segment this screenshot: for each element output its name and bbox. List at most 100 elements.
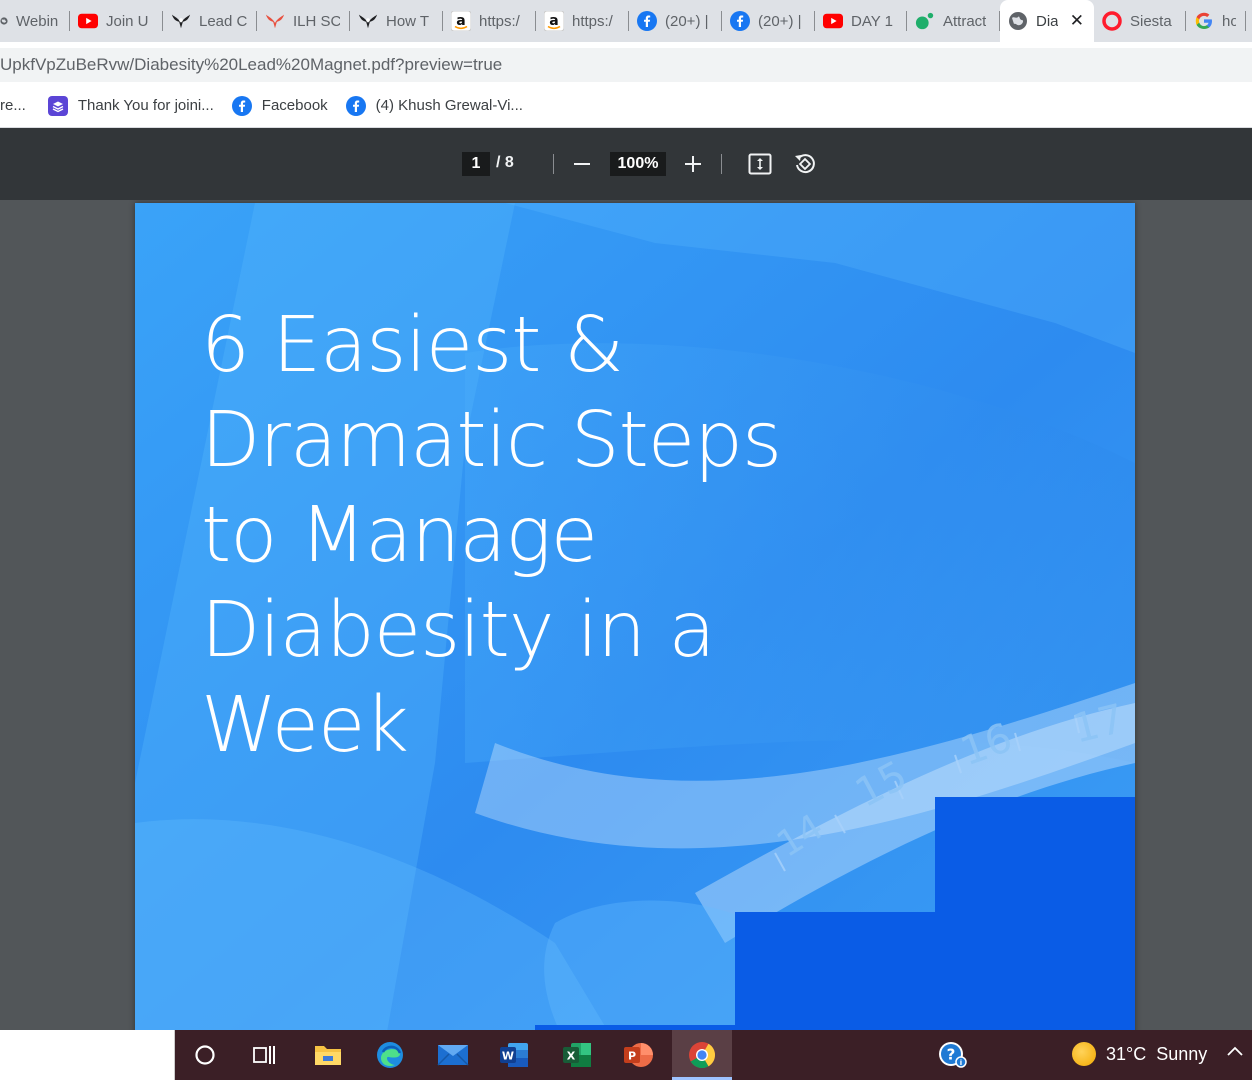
chrome-button[interactable] <box>686 1039 718 1071</box>
zoom-out-button[interactable] <box>566 148 598 180</box>
amazon-icon: a <box>544 11 564 31</box>
mail-icon <box>437 1045 469 1066</box>
tab-13[interactable]: how <box>1186 0 1246 42</box>
eagle-icon <box>171 11 191 31</box>
bookmark-label: re... <box>0 97 26 114</box>
current-page: 1 <box>471 155 481 172</box>
pdf-toolbar: 1 / 8 100% <box>0 128 1252 200</box>
tab-title: https:/ <box>479 12 520 30</box>
tab-6[interactable]: a https:/ <box>536 0 629 42</box>
cortana-circle-icon <box>195 1045 215 1065</box>
taskbar: W X P ? i 31°C Sunny <box>0 1030 1252 1080</box>
tab-12[interactable]: Siesta <box>1094 0 1186 42</box>
task-view-button[interactable] <box>248 1039 280 1071</box>
tab-9[interactable]: DAY 1 <box>815 0 907 42</box>
weather-text: Sunny <box>1156 1043 1208 1064</box>
svg-text:X: X <box>567 1050 576 1063</box>
plus-icon <box>685 156 701 172</box>
file-explorer-button[interactable] <box>312 1039 344 1071</box>
tab-11[interactable]: Dia ✕ <box>1000 0 1094 42</box>
google-icon <box>1194 11 1214 31</box>
tab-0[interactable]: Webin <box>0 0 70 42</box>
bookmarks-bar: re... Thank You for joini... Facebook (4… <box>0 84 1252 128</box>
svg-text:P: P <box>628 1050 636 1063</box>
zoom-input[interactable]: 100% <box>610 152 666 176</box>
facebook-icon <box>345 95 366 116</box>
address-bar: UpkfVpZuBeRvw/Diabesity%20Lead%20Magnet.… <box>0 42 1252 84</box>
sun-icon <box>1072 1042 1096 1066</box>
tab-title: Dia <box>1036 12 1058 30</box>
rotate-icon <box>795 154 815 174</box>
rotate-button[interactable] <box>789 148 821 180</box>
url-text: UpkfVpZuBeRvw/Diabesity%20Lead%20Magnet.… <box>0 55 503 74</box>
bookmark-label: Facebook <box>261 97 328 114</box>
weather-widget[interactable]: 31°C Sunny <box>1072 1042 1207 1066</box>
tab-5[interactable]: a https:/ <box>443 0 536 42</box>
amazon-icon: a <box>451 11 471 31</box>
tab-8[interactable]: (20+) | <box>722 0 815 42</box>
tab-title: Lead C <box>199 12 247 30</box>
excel-button[interactable]: X <box>561 1039 593 1071</box>
tray-expand-button[interactable] <box>1226 1044 1244 1063</box>
tab-title: how <box>1222 12 1236 30</box>
tab-strip: Webin Join U Lead C ILH SC How Ta https:/a htt… <box>0 0 1252 42</box>
zoom-in-button[interactable] <box>677 148 709 180</box>
bookmark-label: Thank You for joini... <box>77 97 214 114</box>
svg-text:W: W <box>502 1050 514 1063</box>
svg-text:a: a <box>456 13 465 29</box>
tab-title: Webin <box>16 12 59 30</box>
bookmark-khush[interactable]: (4) Khush Grewal-Vi... <box>345 95 523 116</box>
tab-10[interactable]: Attract <box>907 0 1000 42</box>
help-button[interactable]: ? i <box>936 1039 968 1071</box>
page-number-input[interactable]: 1 <box>462 152 490 176</box>
powerpoint-button[interactable]: P <box>622 1039 654 1071</box>
tab-2[interactable]: Lead C <box>163 0 257 42</box>
word-button[interactable]: W <box>498 1039 530 1071</box>
edge-icon <box>377 1042 403 1068</box>
tab-1[interactable]: Join U <box>70 0 163 42</box>
tab-3[interactable]: ILH SC <box>257 0 350 42</box>
title-line: 6 Easiest & <box>201 301 624 390</box>
pdf-viewport[interactable]: 14 15 16 17 6 Easiest & Dramatic Steps t… <box>0 200 1252 1030</box>
tab-title: Siesta <box>1130 12 1172 30</box>
url-field[interactable]: UpkfVpZuBeRvw/Diabesity%20Lead%20Magnet.… <box>0 48 1252 82</box>
fit-page-icon <box>748 153 772 175</box>
bookmark-thank-you[interactable]: Thank You for joini... <box>47 95 214 116</box>
tab-title: (20+) | <box>758 12 802 30</box>
excel-icon: X <box>563 1043 591 1067</box>
mail-button[interactable] <box>437 1039 469 1071</box>
svg-text:i: i <box>960 1059 962 1067</box>
tab-title: Join U <box>106 12 149 30</box>
eagle-icon <box>358 11 378 31</box>
bookmark-0[interactable]: re... <box>0 97 26 114</box>
cortana-button[interactable] <box>189 1039 221 1071</box>
bookmark-label: (4) Khush Grewal-Vi... <box>375 97 523 114</box>
help-icon: ? i <box>939 1042 967 1068</box>
toolbar-divider <box>553 154 554 174</box>
page-count: / 8 <box>496 154 514 171</box>
facebook-icon <box>730 11 750 31</box>
fit-to-page-button[interactable] <box>744 148 776 180</box>
title-line: Week <box>201 681 409 770</box>
close-icon[interactable]: ✕ <box>1070 11 1084 31</box>
word-icon: W <box>500 1043 528 1067</box>
title-line: Dramatic Steps <box>201 396 782 485</box>
stack-icon <box>47 95 68 116</box>
tab-7[interactable]: (20+) | <box>629 0 722 42</box>
tab-title: DAY 1 <box>851 12 893 30</box>
minus-icon <box>574 163 590 165</box>
pdf-page: 14 15 16 17 6 Easiest & Dramatic Steps t… <box>135 203 1135 1030</box>
task-view-icon <box>253 1046 275 1064</box>
edge-button[interactable] <box>374 1039 406 1071</box>
tab-title: Attract <box>943 12 987 30</box>
globe-icon <box>1008 11 1028 31</box>
taskbar-search-box[interactable] <box>0 1030 175 1080</box>
title-line: to Manage <box>201 491 598 580</box>
tab-4[interactable]: How T <box>350 0 443 42</box>
svg-text:?: ? <box>947 1046 956 1064</box>
bookmark-facebook[interactable]: Facebook <box>231 95 328 116</box>
toolbar-divider <box>721 154 722 174</box>
chrome-icon <box>689 1042 716 1069</box>
meet-icon <box>915 11 935 31</box>
title-line: Diabesity in a <box>201 586 716 675</box>
